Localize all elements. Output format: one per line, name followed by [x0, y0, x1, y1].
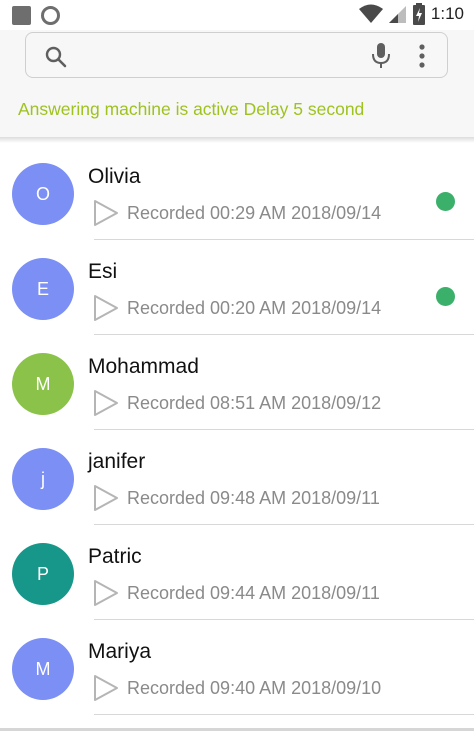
- avatar: j: [12, 448, 74, 510]
- play-icon[interactable]: [93, 674, 119, 702]
- new-message-dot: [436, 192, 455, 211]
- avatar: M: [12, 353, 74, 415]
- play-icon[interactable]: [93, 579, 119, 607]
- message-list: O Olivia Recorded 00:29 AM 2018/09/14 E …: [0, 145, 474, 715]
- wifi-icon: [358, 4, 383, 23]
- new-message-dot: [436, 287, 455, 306]
- circle-icon: [41, 6, 60, 25]
- status-time: 1:10: [430, 4, 464, 23]
- play-icon[interactable]: [93, 199, 119, 227]
- status-left-icons: [12, 6, 60, 25]
- contact-name: Mariya: [88, 640, 152, 663]
- recorded-time: Recorded 09:40 AM 2018/09/10: [127, 678, 382, 698]
- banner-text: Answering machine is active Delay 5 seco…: [18, 99, 365, 119]
- list-item[interactable]: P Patric Recorded 09:44 AM 2018/09/11: [0, 525, 474, 620]
- contact-name: janifer: [88, 450, 146, 473]
- more-vert-icon[interactable]: [418, 42, 426, 70]
- list-item[interactable]: M Mariya Recorded 09:40 AM 2018/09/10: [0, 620, 474, 715]
- play-icon[interactable]: [93, 484, 119, 512]
- contact-name: Patric: [88, 545, 142, 568]
- play-icon[interactable]: [93, 294, 119, 322]
- list-item[interactable]: O Olivia Recorded 00:29 AM 2018/09/14: [0, 145, 474, 240]
- search-input[interactable]: [25, 32, 448, 78]
- square-icon: [12, 6, 31, 25]
- divider: [94, 714, 474, 715]
- list-item[interactable]: M Mohammad Recorded 08:51 AM 2018/09/12: [0, 335, 474, 430]
- avatar: M: [12, 638, 74, 700]
- mic-icon[interactable]: [371, 42, 391, 70]
- recorded-time: Recorded 00:29 AM 2018/09/14: [127, 203, 382, 223]
- recorded-time: Recorded 09:48 AM 2018/09/11: [127, 488, 380, 508]
- avatar: E: [12, 258, 74, 320]
- recorded-time: Recorded 09:44 AM 2018/09/11: [127, 583, 380, 603]
- avatar: P: [12, 543, 74, 605]
- status-bar: 1:10: [0, 0, 474, 30]
- answering-machine-banner: Answering machine is active Delay 5 seco…: [0, 87, 474, 138]
- signal-icon: [388, 6, 406, 23]
- recorded-time: Recorded 08:51 AM 2018/09/12: [127, 393, 382, 413]
- avatar: O: [12, 163, 74, 225]
- contact-name: Mohammad: [88, 355, 199, 378]
- contact-name: Esi: [88, 260, 118, 283]
- banner-shadow: [0, 137, 474, 143]
- battery-charging-icon: [412, 3, 425, 25]
- search-icon[interactable]: [45, 46, 67, 68]
- recorded-time: Recorded 00:20 AM 2018/09/14: [127, 298, 382, 318]
- list-item[interactable]: E Esi Recorded 00:20 AM 2018/09/14: [0, 240, 474, 335]
- list-item[interactable]: j janifer Recorded 09:48 AM 2018/09/11: [0, 430, 474, 525]
- status-right-icons: 1:10: [358, 3, 464, 25]
- contact-name: Olivia: [88, 165, 141, 188]
- play-icon[interactable]: [93, 389, 119, 417]
- search-area: [0, 30, 474, 87]
